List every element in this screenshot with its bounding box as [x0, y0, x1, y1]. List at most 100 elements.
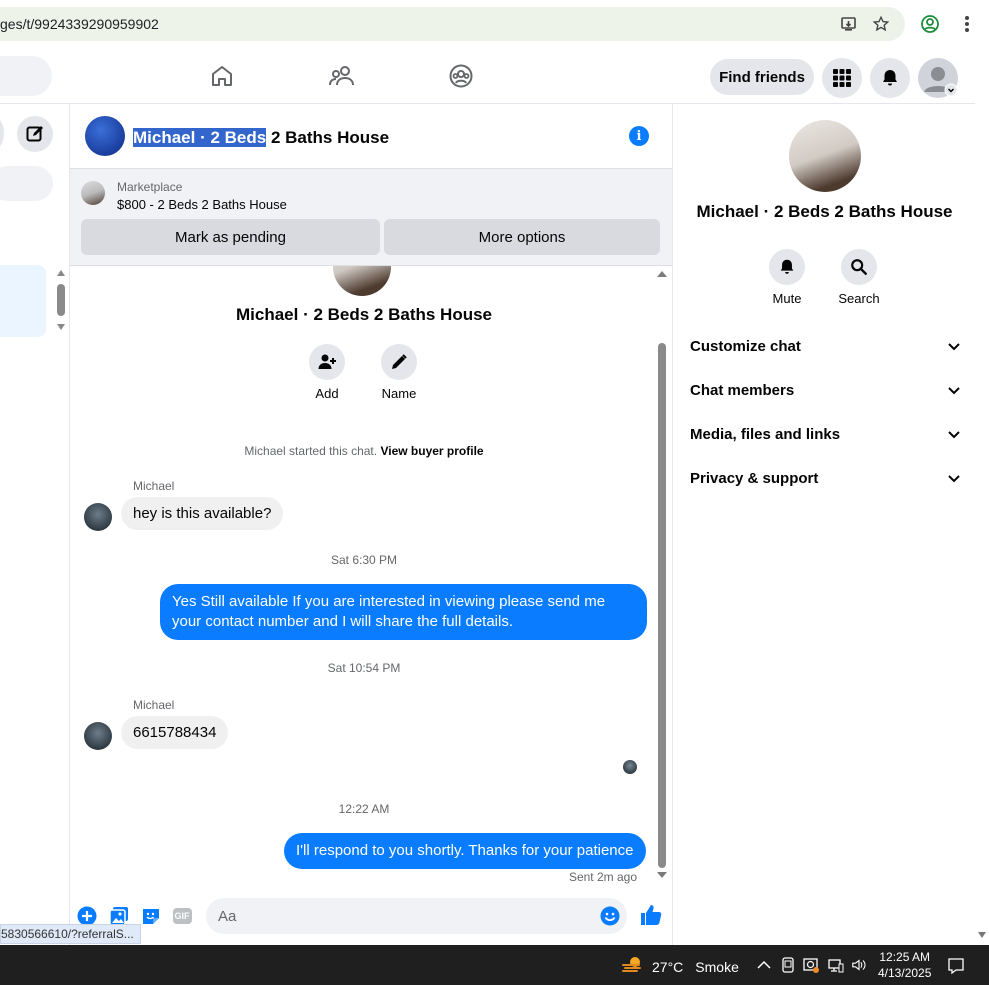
customize-chat-section[interactable]: Customize chat: [690, 328, 960, 364]
pencil-icon[interactable]: [381, 344, 417, 380]
chat-started-text: Michael started this chat.: [244, 444, 378, 458]
message-input[interactable]: [206, 898, 627, 934]
search-icon[interactable]: [841, 249, 877, 285]
incoming-message[interactable]: hey is this available?: [121, 497, 284, 530]
menu-grid-icon[interactable]: [822, 58, 862, 98]
name-label: Name: [381, 386, 417, 401]
page-scrollbar[interactable]: [975, 48, 989, 945]
listing-description[interactable]: $800 - 2 Beds 2 Baths House: [117, 197, 287, 212]
page-scroll-down[interactable]: [978, 932, 986, 938]
listing-thumbnail[interactable]: [81, 181, 105, 205]
search-field[interactable]: [0, 56, 52, 96]
name-chat-action[interactable]: Name: [369, 344, 429, 401]
device-icon[interactable]: [780, 957, 796, 973]
network-icon[interactable]: [828, 957, 844, 973]
find-friends-button[interactable]: Find friends: [710, 59, 814, 95]
add-label: Add: [315, 386, 339, 401]
read-receipt-avatar: [623, 760, 637, 774]
sender-name: Michael: [133, 479, 175, 493]
weather-smoke-icon: [622, 955, 644, 978]
profile-icon[interactable]: [919, 13, 941, 35]
conversation-title: Michael · 2 Beds 2 Baths House: [235, 305, 493, 324]
new-message-compose-icon[interactable]: [17, 116, 53, 152]
thread-scroll-down[interactable]: [657, 872, 667, 878]
browser-menu-icon[interactable]: [956, 13, 978, 35]
view-buyer-profile-link[interactable]: View buyer profile: [380, 444, 483, 458]
address-url[interactable]: ges/t/9924339290959902: [0, 16, 159, 32]
security-icon[interactable]: [803, 957, 819, 973]
home-icon[interactable]: [206, 60, 238, 92]
sticker-icon[interactable]: [140, 905, 162, 927]
thread-scrollbar-thumb[interactable]: [658, 343, 666, 868]
media-files-links-section[interactable]: Media, files and links: [690, 416, 960, 452]
incoming-message[interactable]: 6615788434: [121, 716, 229, 749]
link-preview-status: 5830566610/?referralS...: [0, 924, 141, 944]
sidebar-scroll-down[interactable]: [57, 324, 65, 330]
marketplace-label: Marketplace: [117, 180, 183, 194]
search-label: Search: [838, 291, 880, 306]
chevron-down-icon: [948, 470, 960, 487]
chat-started-notice: Michael started this chat. View buyer pr…: [70, 444, 658, 458]
timestamp: Sat 6:30 PM: [330, 553, 398, 567]
facebook-top-nav: Find friends: [0, 48, 975, 104]
bookmark-star-icon[interactable]: [870, 13, 892, 35]
sent-status: Sent 2m ago: [568, 870, 637, 884]
conversation-info-panel: Michael · 2 Beds 2 Baths House Mute Sear…: [672, 104, 975, 945]
search-messenger-field[interactable]: [0, 166, 53, 201]
thumbs-up-like-icon[interactable]: [639, 903, 663, 927]
chat-avatar[interactable]: [85, 116, 125, 156]
add-person-icon[interactable]: [309, 344, 345, 380]
groups-icon[interactable]: [445, 60, 477, 92]
timestamp: 12:22 AM: [338, 802, 390, 816]
mute-label: Mute: [772, 291, 802, 306]
bell-icon[interactable]: [769, 249, 805, 285]
temperature: 27°C: [652, 958, 684, 975]
mark-as-pending-button[interactable]: Mark as pending: [81, 219, 380, 255]
chevron-down-icon: [948, 426, 960, 443]
conversation-avatar: [333, 266, 391, 296]
chat-header: Michael · 2 Beds 2 Baths House i: [70, 104, 672, 169]
sender-avatar[interactable]: [84, 722, 112, 750]
chat-members-section[interactable]: Chat members: [690, 372, 960, 408]
privacy-support-section[interactable]: Privacy & support: [690, 460, 960, 496]
info-title: Michael · 2 Beds 2 Baths House: [696, 202, 953, 221]
weather-condition: Smoke: [695, 958, 739, 975]
sidebar-scroll-up[interactable]: [57, 270, 65, 276]
system-clock[interactable]: 12:25 AM 4/13/2025: [878, 949, 931, 981]
message-composer: GIF: [70, 889, 672, 945]
active-chat-item[interactable]: [0, 265, 46, 337]
thread-scroll-up[interactable]: [657, 271, 667, 277]
windows-taskbar: 27°C Smoke 12:25 AM 4/13/2025: [0, 945, 989, 985]
outgoing-message[interactable]: I'll respond to you shortly. Thanks for …: [284, 833, 646, 869]
message-thread: Michael · 2 Beds 2 Baths House Add Name …: [70, 266, 672, 889]
section-label: Customize chat: [690, 337, 801, 355]
mute-action[interactable]: Mute: [757, 249, 817, 306]
account-avatar[interactable]: [918, 58, 958, 98]
chat-title[interactable]: Michael · 2 Beds 2 Baths House: [133, 128, 389, 148]
add-people-action[interactable]: Add: [297, 344, 357, 401]
weather-widget[interactable]: 27°C Smoke: [622, 955, 739, 978]
friends-icon[interactable]: [326, 60, 358, 92]
browser-address-bar: ges/t/9924339290959902: [0, 0, 989, 48]
gif-icon[interactable]: GIF: [171, 905, 193, 927]
emoji-icon[interactable]: [599, 905, 621, 927]
notification-center-icon[interactable]: [947, 957, 965, 975]
clock-date: 4/13/2025: [878, 966, 932, 980]
install-app-icon[interactable]: [838, 13, 860, 35]
sidebar-scrollbar[interactable]: [57, 284, 65, 316]
info-avatar[interactable]: [789, 120, 861, 192]
outgoing-message[interactable]: Yes Still available If you are intereste…: [160, 584, 647, 640]
search-action[interactable]: Search: [829, 249, 889, 306]
sender-avatar[interactable]: [84, 503, 112, 531]
section-label: Privacy & support: [690, 469, 819, 487]
chat-title-selected: Michael · 2 Beds: [133, 128, 267, 147]
chevron-down-icon: [948, 338, 960, 355]
volume-icon[interactable]: [851, 957, 867, 973]
more-options-button[interactable]: More options: [384, 219, 660, 255]
show-hidden-icons-chevron-icon[interactable]: [756, 957, 772, 973]
sidebar-options-button[interactable]: [0, 116, 4, 150]
notifications-bell-icon[interactable]: [870, 58, 910, 98]
conversation-info-icon[interactable]: i: [629, 126, 649, 146]
sender-name: Michael: [133, 698, 175, 712]
chats-sidebar: [0, 104, 70, 945]
